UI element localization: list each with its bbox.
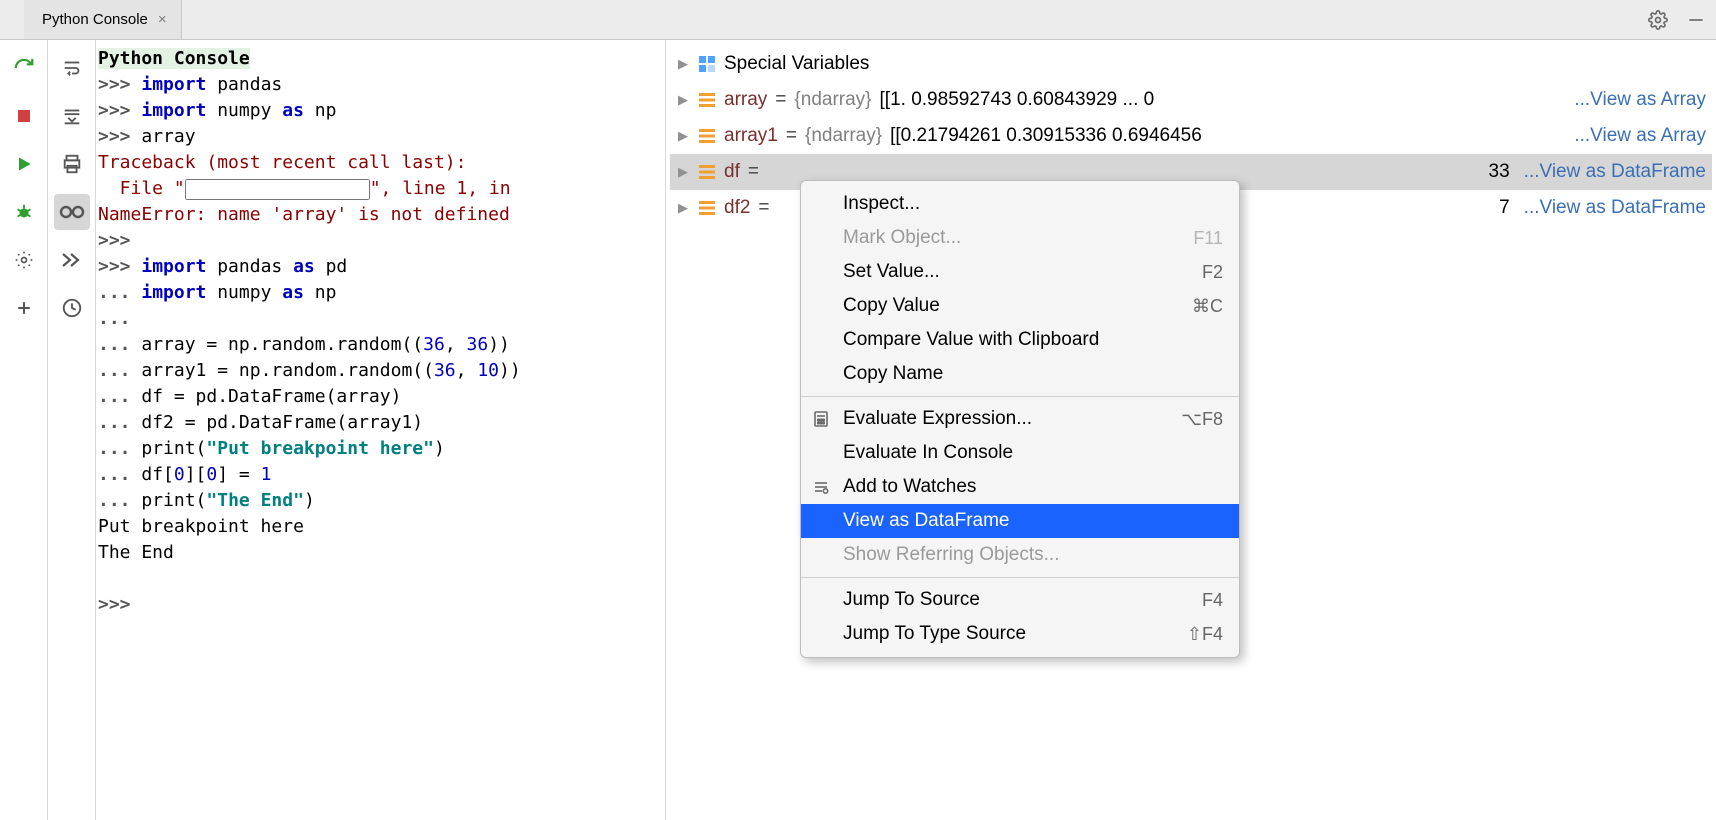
minimize-icon[interactable] — [1686, 10, 1706, 30]
debug-button[interactable] — [6, 194, 42, 230]
variable-name: array1 — [724, 125, 778, 147]
menu-item-label: Mark Object... — [843, 227, 961, 249]
view-as-link[interactable]: ...View as Array — [1574, 89, 1706, 111]
equals-sign: = — [758, 197, 769, 219]
menu-item-label: Compare Value with Clipboard — [843, 329, 1099, 351]
view-as-link[interactable]: ...View as Array — [1574, 125, 1706, 147]
variable-row[interactable]: ▶ array = {ndarray} [[1. 0.98592743 0.608… — [670, 82, 1712, 118]
run-button[interactable] — [6, 146, 42, 182]
menu-item: Show Referring Objects... — [801, 538, 1239, 572]
list-icon — [698, 163, 716, 181]
menu-item-label: Show Referring Objects... — [843, 544, 1059, 566]
menu-item[interactable]: Compare Value with Clipboard — [801, 323, 1239, 357]
special-variables-row[interactable]: ▶ Special Variables — [670, 46, 1712, 82]
gear-icon[interactable] — [1648, 10, 1668, 30]
tab-python-console[interactable]: Python Console × — [24, 0, 182, 39]
menu-item[interactable]: Set Value... F2 — [801, 255, 1239, 289]
print-button[interactable] — [54, 146, 90, 182]
view-as-link[interactable]: ...View as DataFrame — [1524, 197, 1706, 219]
expand-icon[interactable]: ▶ — [676, 200, 690, 216]
equals-sign: = — [748, 161, 759, 183]
variable-type: {ndarray} — [794, 89, 871, 111]
list-icon — [698, 127, 716, 145]
variable-type: {ndarray} — [805, 125, 882, 147]
history-forward-button[interactable] — [54, 242, 90, 278]
variable-name: df2 — [724, 197, 750, 219]
menu-separator — [801, 577, 1239, 578]
show-variables-button[interactable] — [54, 194, 90, 230]
calculator-icon — [813, 411, 829, 427]
tab-label: Python Console — [42, 11, 148, 28]
expand-icon[interactable]: ▶ — [676, 56, 690, 72]
list-icon — [698, 91, 716, 109]
menu-item[interactable]: Copy Value ⌘C — [801, 289, 1239, 323]
menu-item[interactable]: Evaluate In Console — [801, 436, 1239, 470]
left-toolbar-col1 — [0, 40, 48, 820]
equals-sign: = — [786, 125, 797, 147]
equals-sign: = — [775, 89, 786, 111]
menu-item[interactable]: Evaluate Expression... ⌥F8 — [801, 402, 1239, 436]
variable-value: [[0.21794261 0.30915336 0.6946456 — [890, 125, 1202, 147]
menu-item-shortcut: F2 — [1202, 262, 1223, 283]
list-icon — [698, 199, 716, 217]
close-icon[interactable]: × — [158, 11, 167, 28]
menu-item[interactable]: Jump To Source F4 — [801, 583, 1239, 617]
variable-last-col: 7 — [1499, 197, 1510, 219]
view-as-link[interactable]: ...View as DataFrame — [1524, 161, 1706, 183]
scroll-to-end-button[interactable] — [54, 98, 90, 134]
menu-item-shortcut: ⌥F8 — [1181, 409, 1223, 430]
left-toolbar-col2 — [48, 40, 96, 820]
grid-icon — [698, 55, 716, 73]
expand-icon[interactable]: ▶ — [676, 92, 690, 108]
menu-item-shortcut: ⇧F4 — [1187, 624, 1223, 645]
variable-last-col: 33 — [1489, 161, 1510, 183]
new-console-button[interactable] — [6, 290, 42, 326]
window-tabbar: Python Console × — [0, 0, 1716, 40]
settings-button[interactable] — [6, 242, 42, 278]
variable-name: df — [724, 161, 740, 183]
expand-icon[interactable]: ▶ — [676, 128, 690, 144]
menu-item-shortcut: ⌘C — [1192, 296, 1223, 317]
menu-item-label: Inspect... — [843, 193, 920, 215]
context-menu: Inspect... Mark Object... F11 Set Value... F… — [800, 180, 1240, 658]
history-button[interactable] — [54, 290, 90, 326]
menu-item-label: Jump To Type Source — [843, 623, 1026, 645]
menu-item-label: View as DataFrame — [843, 510, 1010, 532]
variable-value: [[1. 0.98592743 0.60843929 ... 0 — [880, 89, 1155, 111]
menu-item-label: Add to Watches — [843, 476, 976, 498]
menu-item[interactable]: Inspect... — [801, 187, 1239, 221]
console-output[interactable]: Python Console >>> import pandas >>> imp… — [96, 40, 666, 820]
expand-icon[interactable]: ▶ — [676, 164, 690, 180]
menu-separator — [801, 396, 1239, 397]
menu-item-label: Jump To Source — [843, 589, 980, 611]
menu-item-label: Evaluate In Console — [843, 442, 1013, 464]
variable-name: array — [724, 89, 767, 111]
menu-item[interactable]: View as DataFrame — [801, 504, 1239, 538]
menu-item[interactable]: Add to Watches — [801, 470, 1239, 504]
special-variables-label: Special Variables — [724, 53, 869, 75]
soft-wrap-button[interactable] — [54, 50, 90, 86]
menu-item[interactable]: Jump To Type Source ⇧F4 — [801, 617, 1239, 651]
menu-item-label: Set Value... — [843, 261, 940, 283]
menu-item[interactable]: Copy Name — [801, 357, 1239, 391]
menu-item-shortcut: F4 — [1202, 590, 1223, 611]
rerun-button[interactable] — [6, 50, 42, 86]
menu-item-shortcut: F11 — [1193, 228, 1223, 249]
menu-item: Mark Object... F11 — [801, 221, 1239, 255]
variable-row[interactable]: ▶ array1 = {ndarray} [[0.21794261 0.30915… — [670, 118, 1712, 154]
stop-button[interactable] — [6, 98, 42, 134]
menu-item-label: Evaluate Expression... — [843, 408, 1032, 430]
menu-item-label: Copy Name — [843, 363, 943, 385]
menu-item-label: Copy Value — [843, 295, 940, 317]
watches-icon — [813, 479, 829, 495]
